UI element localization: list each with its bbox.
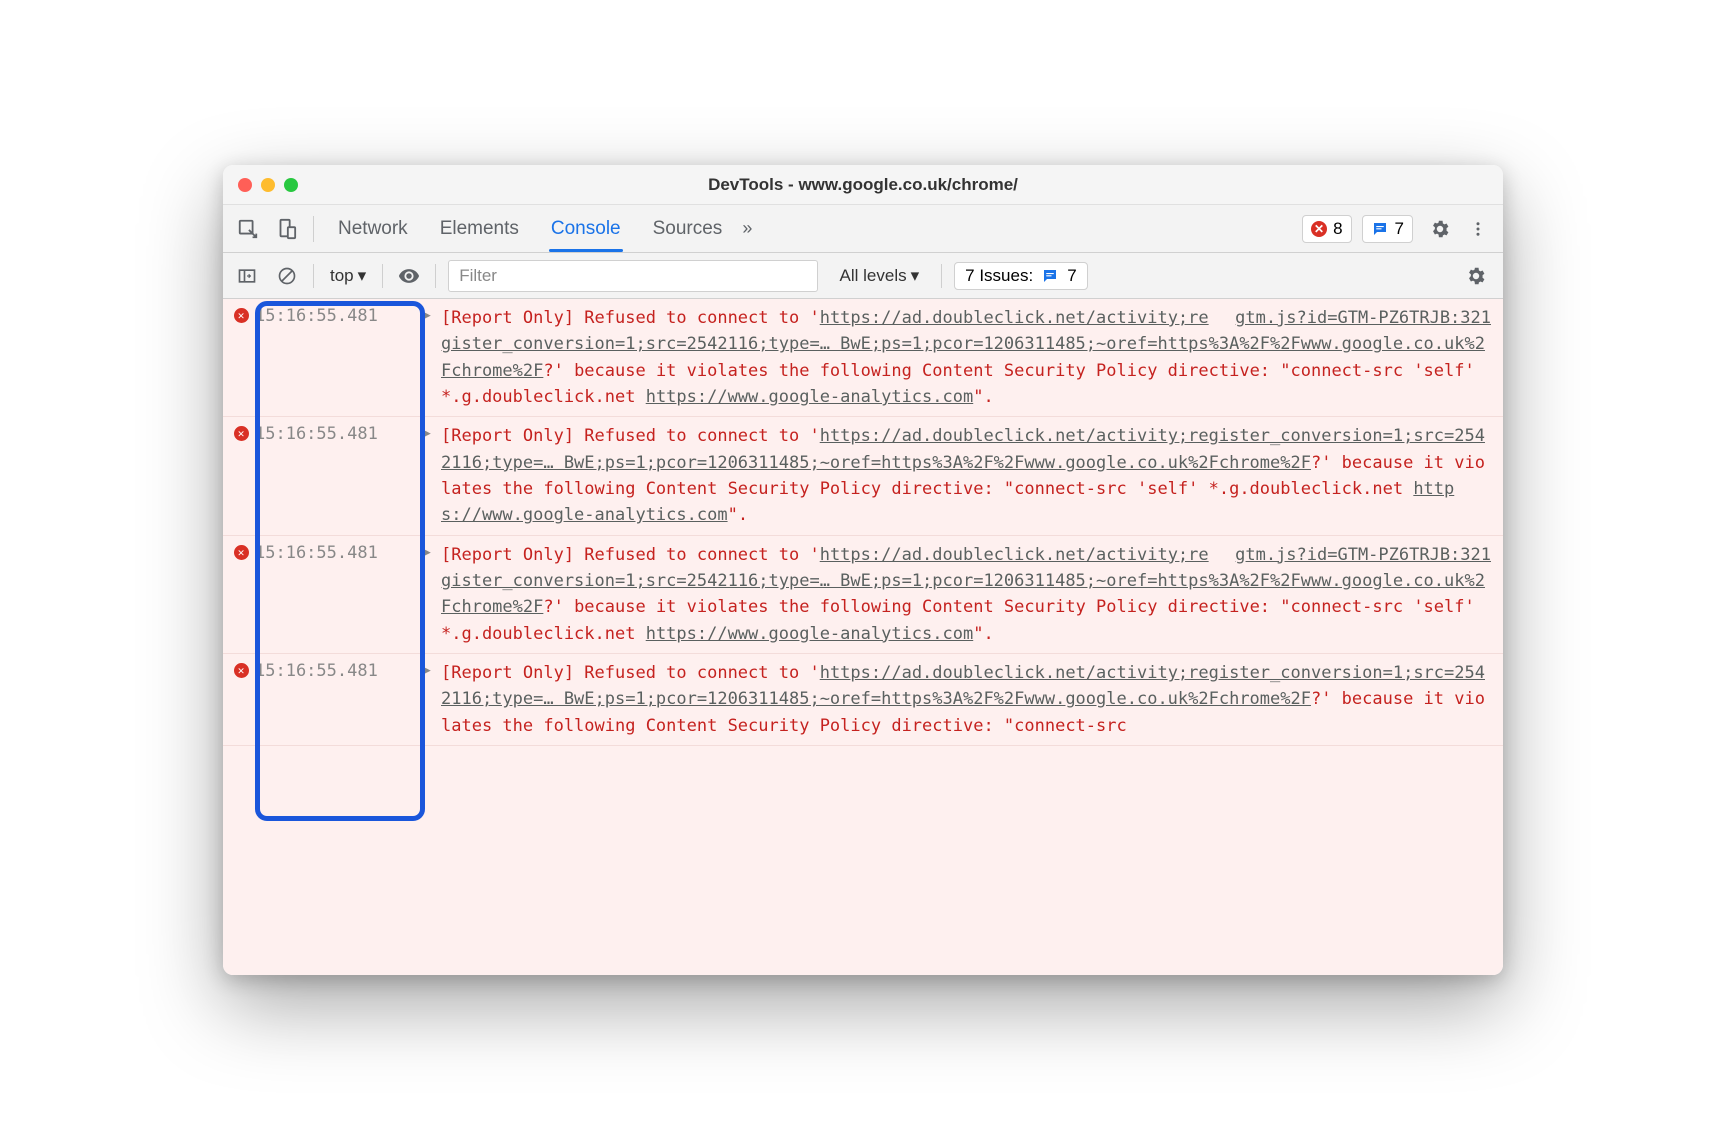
window-controls bbox=[223, 178, 298, 192]
tab-elements[interactable]: Elements bbox=[434, 205, 525, 252]
settings-button[interactable] bbox=[1423, 212, 1457, 246]
url-text[interactable]: https://www.google-analytics.com bbox=[646, 624, 974, 644]
message-count: 7 bbox=[1395, 219, 1404, 239]
toolbar-divider bbox=[382, 264, 383, 288]
error-icon: ✕ bbox=[227, 542, 255, 647]
chevron-down-icon: ▾ bbox=[911, 266, 920, 286]
source-link[interactable]: gtm.js?id=GTM-PZ6TRJB:321 bbox=[1211, 542, 1491, 568]
console-settings-button[interactable] bbox=[1459, 259, 1493, 293]
log-message: gtm.js?id=GTM-PZ6TRJB:321[Report Only] R… bbox=[441, 542, 1499, 647]
error-icon: ✕ bbox=[1311, 221, 1327, 237]
error-icon: ✕ bbox=[227, 660, 255, 739]
show-console-sidebar-icon[interactable] bbox=[233, 262, 261, 290]
levels-label: All levels bbox=[840, 266, 907, 286]
chevron-down-icon: ▾ bbox=[358, 266, 367, 286]
issues-label: 7 Issues: bbox=[965, 266, 1033, 286]
issues-count: 7 bbox=[1067, 266, 1076, 286]
context-selector[interactable]: top ▾ bbox=[326, 264, 370, 288]
panel-tabs: Network Elements Console Sources bbox=[332, 205, 728, 252]
maximize-window-button[interactable] bbox=[284, 178, 298, 192]
console-toolbar: top ▾ Filter All levels ▾ 7 Issues: 7 bbox=[223, 253, 1503, 299]
minimize-window-button[interactable] bbox=[261, 178, 275, 192]
console-output: ✕15:16:55.481▶gtm.js?id=GTM-PZ6TRJB:321[… bbox=[223, 299, 1503, 975]
window-title: DevTools - www.google.co.uk/chrome/ bbox=[223, 175, 1503, 195]
log-message: [Report Only] Refused to connect to 'htt… bbox=[441, 660, 1499, 739]
close-window-button[interactable] bbox=[238, 178, 252, 192]
toolbar-divider bbox=[941, 264, 942, 288]
error-icon: ✕ bbox=[227, 305, 255, 410]
timestamp: 15:16:55.481 bbox=[255, 305, 423, 410]
error-count: 8 bbox=[1333, 219, 1342, 239]
disclosure-triangle-icon[interactable]: ▶ bbox=[423, 660, 441, 739]
disclosure-triangle-icon[interactable]: ▶ bbox=[423, 305, 441, 410]
titlebar: DevTools - www.google.co.uk/chrome/ bbox=[223, 165, 1503, 205]
main-toolbar: Network Elements Console Sources » ✕ 8 7 bbox=[223, 205, 1503, 253]
log-levels-selector[interactable]: All levels ▾ bbox=[830, 264, 930, 288]
toolbar-divider bbox=[313, 216, 314, 242]
disclosure-triangle-icon[interactable]: ▶ bbox=[423, 423, 441, 528]
error-icon: ✕ bbox=[227, 423, 255, 528]
console-row[interactable]: ✕15:16:55.481▶gtm.js?id=GTM-PZ6TRJB:321[… bbox=[223, 299, 1503, 417]
error-count-badge[interactable]: ✕ 8 bbox=[1302, 215, 1351, 243]
inspect-element-icon[interactable] bbox=[231, 212, 265, 246]
more-tabs-button[interactable]: » bbox=[732, 218, 762, 239]
toolbar-divider bbox=[313, 264, 314, 288]
message-count-badge[interactable]: 7 bbox=[1362, 215, 1413, 243]
source-link[interactable]: gtm.js?id=GTM-PZ6TRJB:321 bbox=[1211, 305, 1491, 331]
timestamp: 15:16:55.481 bbox=[255, 660, 423, 739]
tab-sources[interactable]: Sources bbox=[647, 205, 729, 252]
timestamp: 15:16:55.481 bbox=[255, 423, 423, 528]
console-row[interactable]: ✕15:16:55.481▶[Report Only] Refused to c… bbox=[223, 654, 1503, 746]
log-message: gtm.js?id=GTM-PZ6TRJB:321[Report Only] R… bbox=[441, 305, 1499, 410]
console-row[interactable]: ✕15:16:55.481▶[Report Only] Refused to c… bbox=[223, 417, 1503, 535]
url-text[interactable]: https://www.google-analytics.com bbox=[646, 387, 974, 407]
log-message: [Report Only] Refused to connect to 'htt… bbox=[441, 423, 1499, 528]
toolbar-divider bbox=[435, 264, 436, 288]
issues-button[interactable]: 7 Issues: 7 bbox=[954, 262, 1088, 290]
message-icon bbox=[1041, 267, 1059, 285]
clear-console-icon[interactable] bbox=[273, 262, 301, 290]
disclosure-triangle-icon[interactable]: ▶ bbox=[423, 542, 441, 647]
console-row[interactable]: ✕15:16:55.481▶gtm.js?id=GTM-PZ6TRJB:321[… bbox=[223, 536, 1503, 654]
device-toolbar-icon[interactable] bbox=[269, 212, 303, 246]
filter-input[interactable]: Filter bbox=[448, 260, 817, 292]
filter-placeholder: Filter bbox=[459, 266, 497, 286]
timestamp: 15:16:55.481 bbox=[255, 542, 423, 647]
message-icon bbox=[1371, 220, 1389, 238]
tab-console[interactable]: Console bbox=[545, 205, 627, 252]
context-label: top bbox=[330, 266, 354, 286]
tab-network[interactable]: Network bbox=[332, 205, 414, 252]
more-options-button[interactable] bbox=[1461, 212, 1495, 246]
devtools-window: DevTools - www.google.co.uk/chrome/ Netw… bbox=[223, 165, 1503, 975]
live-expression-icon[interactable] bbox=[395, 262, 423, 290]
